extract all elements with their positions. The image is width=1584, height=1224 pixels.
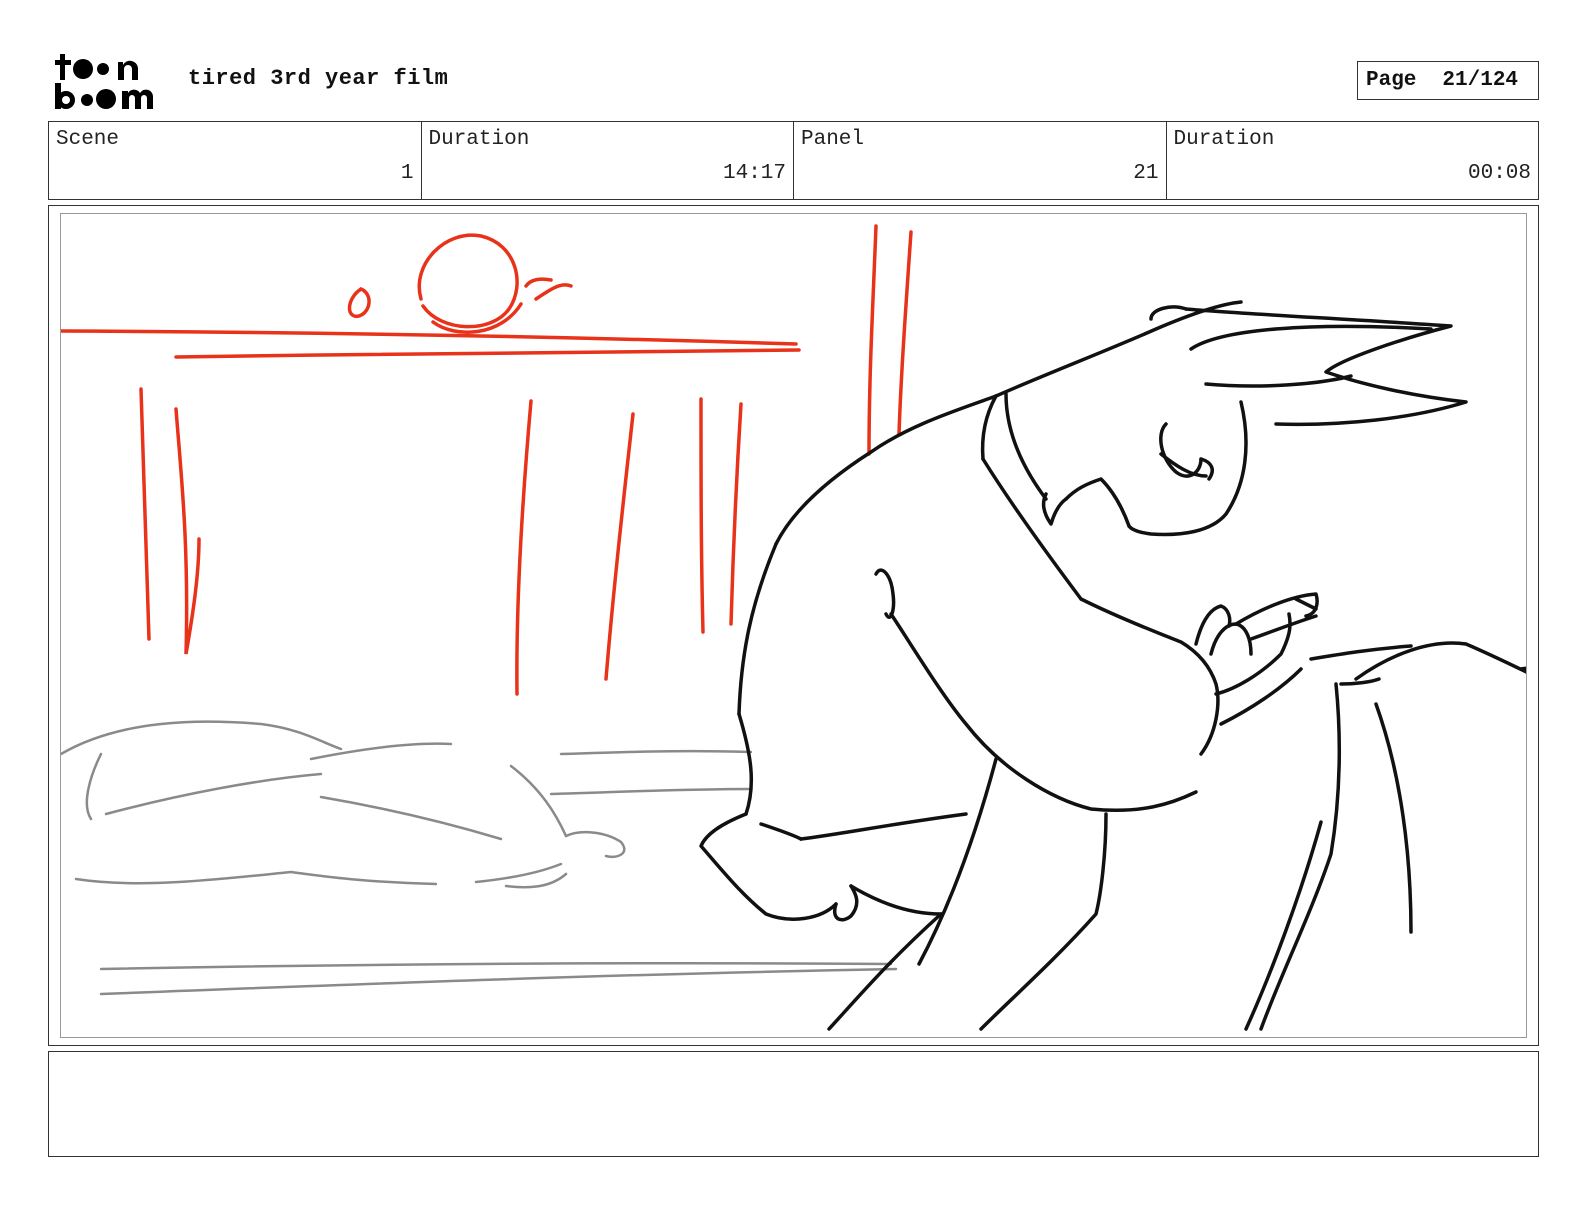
scene-duration-label: Duration <box>428 128 530 151</box>
scene-duration-value: 14:17 <box>722 162 786 185</box>
page-number: 21/124 <box>1442 69 1519 92</box>
panel-notes-box[interactable] <box>48 1051 1539 1157</box>
gray-background-sketch <box>61 720 898 996</box>
panel-drawing <box>60 213 1527 1038</box>
scene-label: Scene <box>56 128 120 151</box>
panel-label: Panel <box>801 128 865 151</box>
storyboard-sketch <box>61 224 1526 1031</box>
page-label: Page <box>1366 69 1417 92</box>
panel-cell: Panel 21 <box>794 122 1167 199</box>
red-layout-sketch <box>61 224 913 696</box>
panel-duration-value: 00:08 <box>1467 162 1531 185</box>
panel-value: 21 <box>1133 162 1159 185</box>
panel-info-table: Scene 1 Duration 14:17 Panel 21 Duration… <box>48 121 1539 200</box>
toon-boom-logo <box>55 54 154 109</box>
panel-duration-cell: Duration 00:08 <box>1167 122 1539 199</box>
rabbit-character-sketch <box>699 300 1526 1031</box>
scene-value: 1 <box>400 162 414 185</box>
scene-cell: Scene 1 <box>49 122 422 199</box>
page-indicator: Page 21/124 <box>1357 61 1539 100</box>
scene-duration-cell: Duration 14:17 <box>422 122 794 199</box>
project-title: tired 3rd year film <box>188 66 449 91</box>
panel-duration-label: Duration <box>1173 128 1275 151</box>
